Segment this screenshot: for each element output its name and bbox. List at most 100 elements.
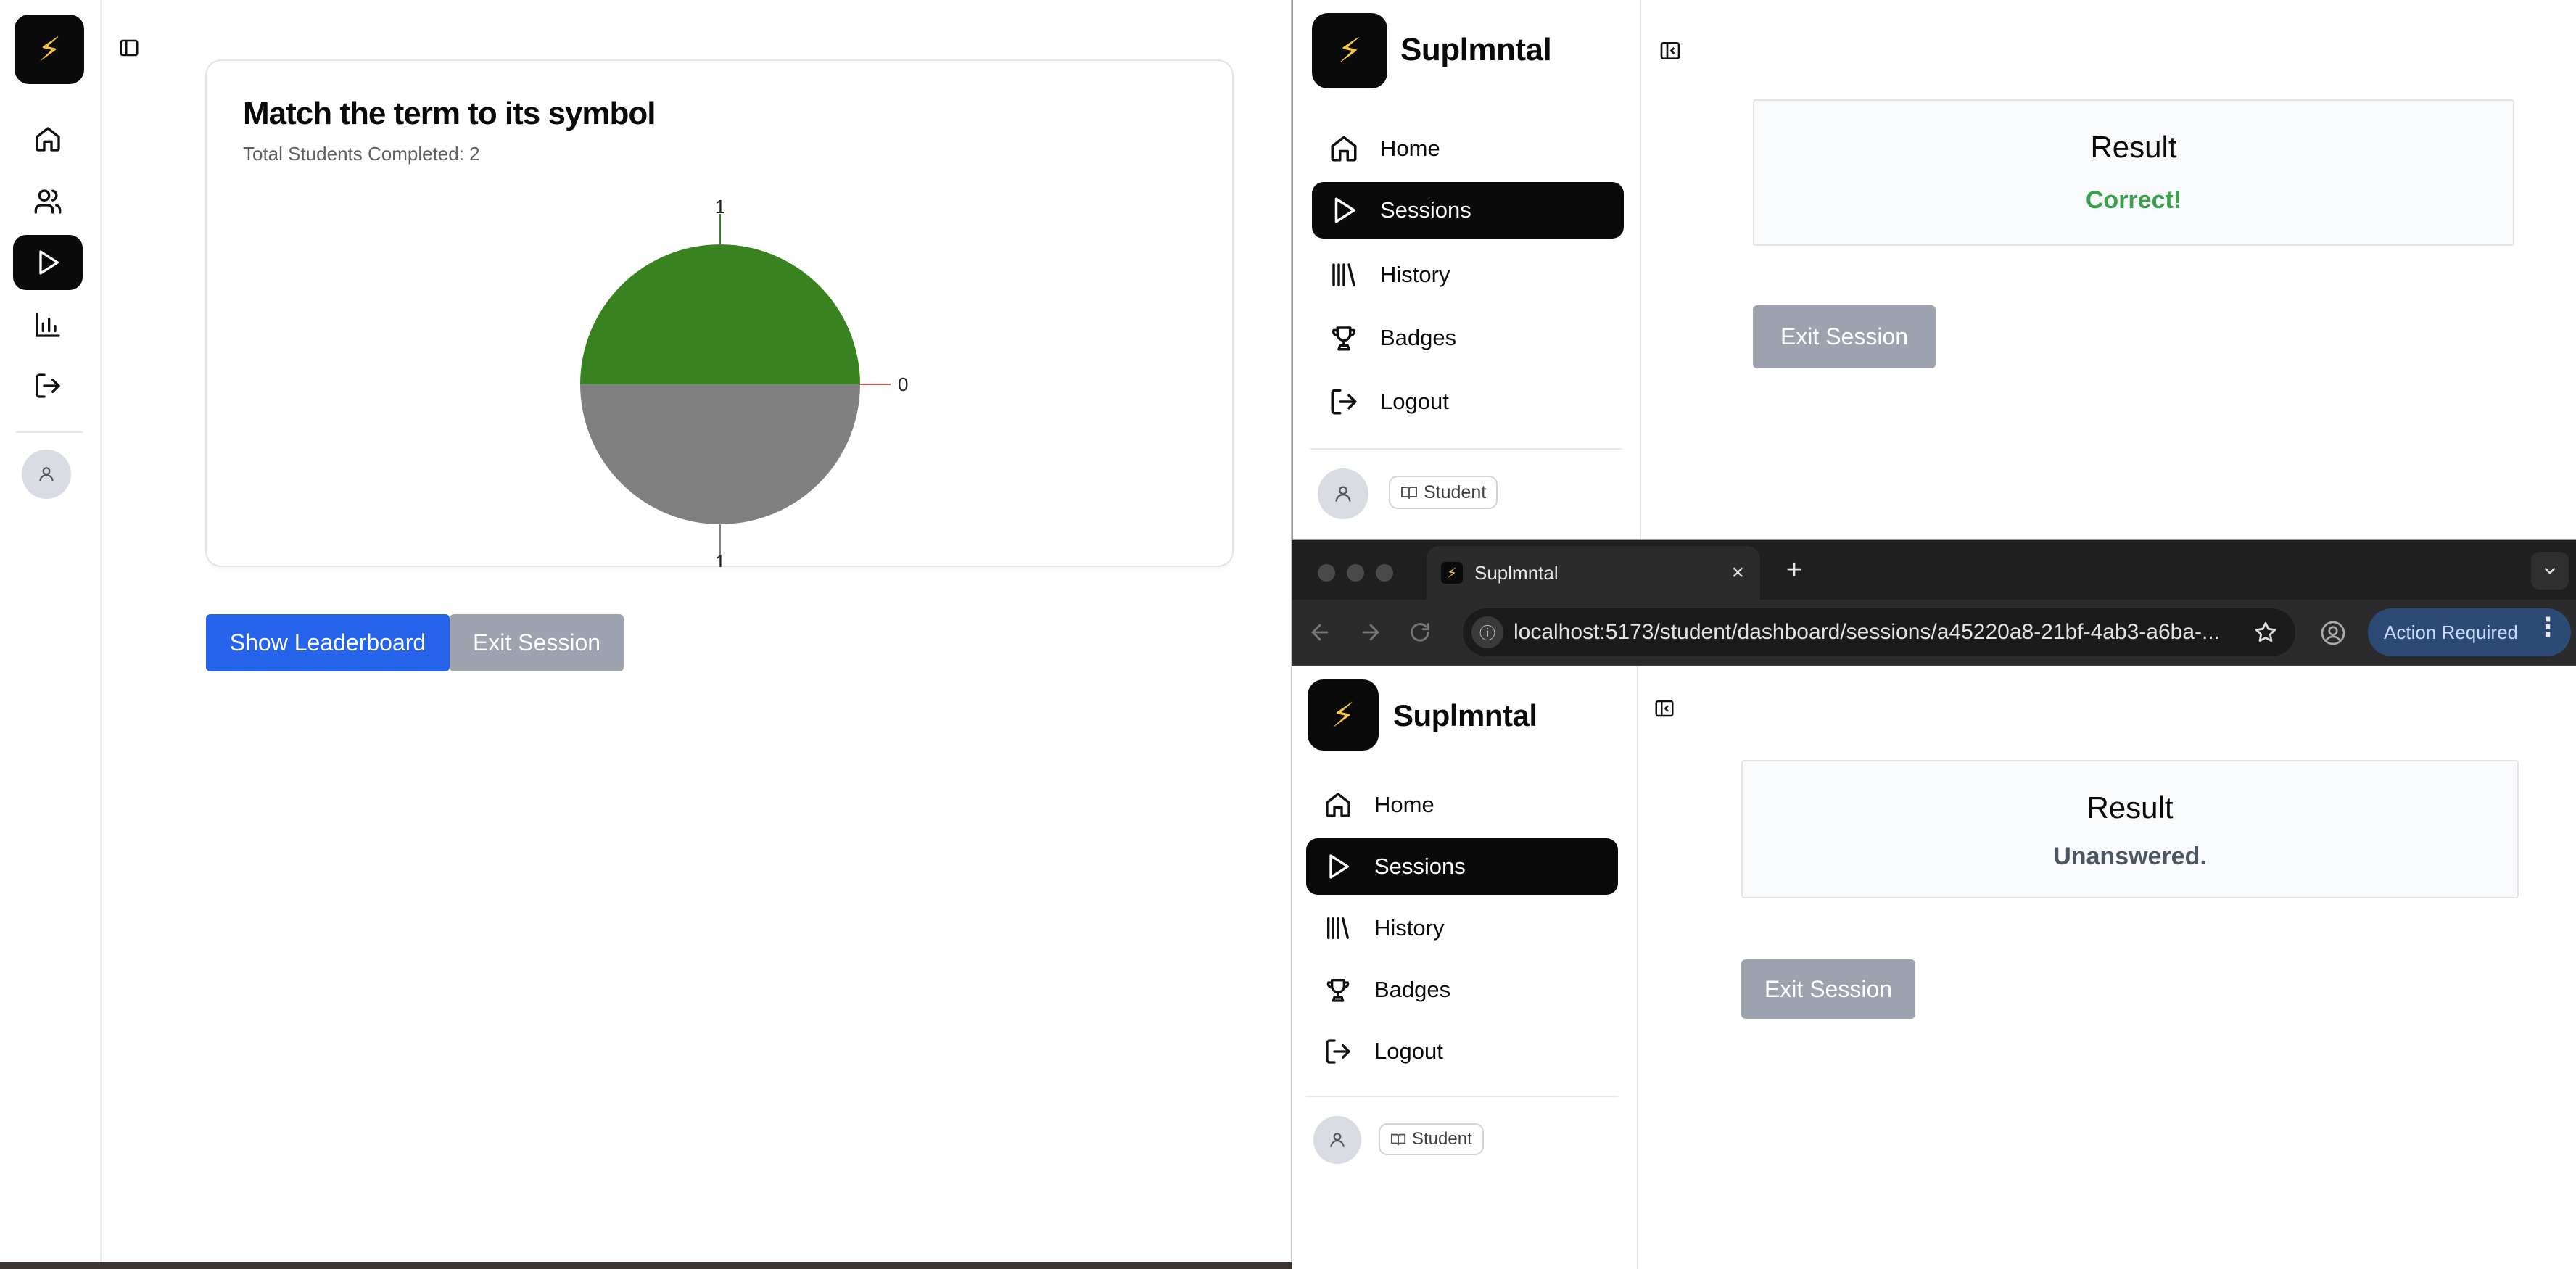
sidebar-item-logout[interactable]: Logout xyxy=(1306,1023,1618,1080)
play-icon xyxy=(39,250,59,275)
logout-icon xyxy=(1322,1036,1354,1067)
action-required-label: Action Required xyxy=(2384,621,2518,643)
result-panel: Result Correct! xyxy=(1753,99,2514,246)
sidebar-item-history[interactable]: History xyxy=(1306,900,1618,956)
sidebar: ⚡ Suplmntal Home Sessions History Badges… xyxy=(1293,0,1641,539)
question-results-card: Match the term to its symbol Total Stude… xyxy=(205,59,1234,567)
users-icon xyxy=(34,189,62,214)
sidebar-item-logout[interactable]: Logout xyxy=(1312,373,1624,430)
avatar[interactable] xyxy=(22,450,71,499)
rail-divider xyxy=(16,431,83,433)
site-info-icon[interactable]: ⓘ xyxy=(1471,616,1503,648)
exit-session-button[interactable]: Exit Session xyxy=(1741,959,1915,1019)
sidebar-item-label: Sessions xyxy=(1380,197,1471,223)
forward-icon[interactable] xyxy=(1358,620,1383,645)
role-badge: Student xyxy=(1389,476,1498,509)
app-logo[interactable]: ⚡ xyxy=(1308,679,1379,751)
pie-data-label: 1 xyxy=(715,196,725,218)
icon-rail: ⚡ xyxy=(0,0,102,1262)
tab-search-button[interactable] xyxy=(2531,552,2569,590)
panel-left-close-icon xyxy=(1660,42,1680,59)
sidebar-item-label: Logout xyxy=(1380,389,1449,414)
app-name: Suplmntal xyxy=(1400,32,1552,67)
home-icon xyxy=(36,127,60,152)
result-title: Result xyxy=(2090,130,2177,164)
address-bar[interactable]: ⓘ localhost:5173/student/dashboard/sessi… xyxy=(1463,608,2295,656)
rail-analytics-button[interactable] xyxy=(13,297,83,352)
result-title: Result xyxy=(2086,790,2174,824)
chevron-down-icon xyxy=(2544,567,2556,575)
reload-icon[interactable] xyxy=(1408,620,1432,645)
sidebar-item-sessions[interactable]: Sessions xyxy=(1312,182,1624,239)
sidebar-item-label: Sessions xyxy=(1374,853,1466,879)
play-icon xyxy=(1322,851,1354,882)
home-icon xyxy=(1328,133,1360,165)
book-open-icon xyxy=(1390,1133,1406,1146)
results-pie-chart: 1 0 1 xyxy=(580,196,908,567)
pie-data-label: 1 xyxy=(715,551,725,567)
sidebar-item-label: Home xyxy=(1380,136,1440,161)
rail-home-button[interactable] xyxy=(13,112,83,167)
window-zoom-control[interactable] xyxy=(1376,564,1393,582)
browser-toolbar: ⓘ localhost:5173/student/dashboard/sessi… xyxy=(1292,600,2576,666)
exit-session-button[interactable]: Exit Session xyxy=(1753,305,1936,368)
role-label: Student xyxy=(1424,481,1487,503)
window-close-control[interactable] xyxy=(1318,564,1335,582)
sidebar-toggle-button[interactable] xyxy=(115,33,144,62)
exit-session-button[interactable]: Exit Session xyxy=(450,614,624,671)
sidebar-toggle-button[interactable] xyxy=(1650,694,1679,723)
sidebar-item-sessions[interactable]: Sessions xyxy=(1306,838,1618,895)
app-logo[interactable]: ⚡ xyxy=(1312,13,1387,88)
favicon-icon: ⚡ xyxy=(1441,562,1463,584)
more-menu-icon[interactable]: ⋮ xyxy=(2535,614,2561,640)
panel-left-icon xyxy=(120,39,139,57)
bar-chart-icon xyxy=(36,313,60,337)
teacher-window: ⚡ Match the term to its symbol Total Stu… xyxy=(0,0,1292,1262)
window-minimize-control[interactable] xyxy=(1347,564,1364,582)
tab-title: Suplmntal xyxy=(1474,561,1559,584)
close-tab-icon[interactable]: × xyxy=(1731,561,1744,585)
browser-tab[interactable]: ⚡ Suplmntal × xyxy=(1427,546,1760,600)
panel-left-close-icon xyxy=(1655,700,1674,717)
sidebar-item-home[interactable]: Home xyxy=(1312,120,1624,177)
sidebar-item-badges[interactable]: Badges xyxy=(1312,310,1624,366)
url-text: localhost:5173/student/dashboard/session… xyxy=(1514,620,2221,644)
book-open-icon xyxy=(1401,487,1417,499)
rail-sessions-button[interactable] xyxy=(13,235,83,290)
sidebar-item-home[interactable]: Home xyxy=(1306,777,1618,833)
rail-students-button[interactable] xyxy=(13,174,83,229)
sidebar: ⚡ Suplmntal Home Sessions History Badges xyxy=(1292,666,1638,1269)
role-badge: Student xyxy=(1379,1123,1484,1155)
result-value: Correct! xyxy=(2085,186,2182,214)
show-leaderboard-button[interactable]: Show Leaderboard xyxy=(206,614,450,671)
trophy-icon xyxy=(1322,974,1354,1006)
star-icon[interactable] xyxy=(2253,620,2278,645)
rail-logout-button[interactable] xyxy=(13,358,83,413)
app-name: Suplmntal xyxy=(1393,698,1537,732)
profile-icon[interactable] xyxy=(2320,620,2346,646)
home-icon xyxy=(1322,789,1354,821)
sidebar-item-badges[interactable]: Badges xyxy=(1306,962,1618,1018)
trophy-icon xyxy=(1328,322,1360,354)
avatar[interactable] xyxy=(1313,1116,1361,1164)
pie-slice xyxy=(580,384,860,524)
pie-slice xyxy=(580,244,860,384)
browser-tab-strip: ⚡ Suplmntal × + xyxy=(1292,540,2576,600)
app-logo[interactable]: ⚡ xyxy=(15,15,84,84)
logout-icon xyxy=(1328,386,1360,418)
lightning-icon: ⚡ xyxy=(37,30,62,68)
action-required-button[interactable]: Action Required ⋮ xyxy=(2368,608,2571,656)
role-label: Student xyxy=(1412,1129,1472,1149)
avatar[interactable] xyxy=(1318,468,1368,519)
result-panel: Result Unanswered. xyxy=(1741,760,2519,898)
sidebar-item-history[interactable]: History xyxy=(1312,247,1624,303)
library-icon xyxy=(1328,259,1360,291)
pie-data-label: 0 xyxy=(898,373,908,395)
result-value: Unanswered. xyxy=(2053,843,2207,870)
sidebar-divider xyxy=(1306,1096,1618,1097)
user-icon xyxy=(1330,1133,1345,1147)
sidebar-toggle-button[interactable] xyxy=(1656,36,1685,65)
back-icon[interactable] xyxy=(1308,620,1332,645)
new-tab-button[interactable]: + xyxy=(1778,553,1811,587)
sidebar-item-label: Badges xyxy=(1374,977,1451,1002)
